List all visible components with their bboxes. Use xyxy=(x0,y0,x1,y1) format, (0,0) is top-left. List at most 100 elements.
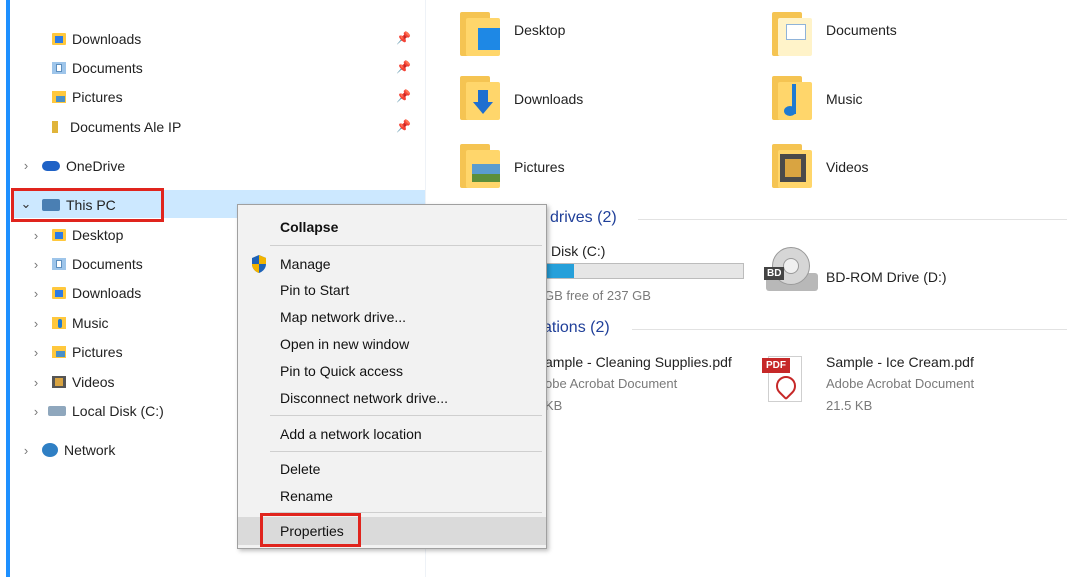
menu-item-label: Map network drive... xyxy=(280,309,407,325)
pin-icon[interactable]: 📌 xyxy=(396,119,411,133)
nav-item-label: Pictures xyxy=(72,89,123,105)
file-size: KB xyxy=(545,398,563,413)
file-type: obe Acrobat Document xyxy=(545,376,678,391)
pictures-folder-large-icon xyxy=(460,144,500,188)
local-disk-icon xyxy=(48,406,66,416)
pin-icon[interactable]: 📌 xyxy=(396,60,411,74)
nav-item-label: OneDrive xyxy=(66,158,126,174)
menu-item-map-network-drive[interactable]: Map network drive... xyxy=(238,304,546,330)
menu-item-manage[interactable]: Manage xyxy=(238,251,546,277)
nav-item-videos[interactable]: Videos xyxy=(52,369,115,395)
menu-item-pin-to-start[interactable]: Pin to Start xyxy=(238,277,546,303)
nav-item-local-disk[interactable]: Local Disk (C:) xyxy=(48,398,164,424)
menu-item-label: Pin to Start xyxy=(280,282,350,298)
menu-item-add-network-location[interactable]: Add a network location xyxy=(238,421,546,447)
chevron-right-icon[interactable]: › xyxy=(29,257,43,272)
pdf-badge: PDF xyxy=(762,358,790,373)
bd-rom-drive-icon: BD xyxy=(762,245,818,297)
chevron-right-icon[interactable]: › xyxy=(19,443,33,458)
folder-label: Documents xyxy=(826,22,897,38)
nav-item-music[interactable]: Music xyxy=(52,310,109,336)
file-size: 21.5 KB xyxy=(826,398,873,413)
videos-folder-large-icon xyxy=(772,144,812,188)
properties-highlight-box xyxy=(260,513,361,547)
music-folder-large-icon xyxy=(772,76,812,120)
videos-folder-icon xyxy=(52,376,66,388)
menu-item-label: Rename xyxy=(280,488,333,504)
this-pc-highlight-box xyxy=(11,188,164,222)
drive-free-space: GB free of 237 GB xyxy=(544,288,651,303)
menu-separator xyxy=(270,451,542,452)
nav-item-onedrive[interactable]: OneDrive xyxy=(42,153,125,179)
network-icon xyxy=(42,443,58,457)
desktop-folder-large-icon xyxy=(460,12,500,56)
nav-item-pictures[interactable]: Pictures xyxy=(52,339,123,365)
menu-item-delete[interactable]: Delete xyxy=(238,456,546,482)
nav-item-label: Videos xyxy=(72,374,115,390)
folder-label: Pictures xyxy=(514,159,565,175)
nav-item-label: Desktop xyxy=(72,227,124,243)
menu-item-open-new-window[interactable]: Open in new window xyxy=(238,331,546,357)
nav-item-documents-quick[interactable]: Documents xyxy=(52,55,143,81)
downloads-folder-large-icon xyxy=(460,76,500,120)
downloads-folder-icon xyxy=(52,287,66,299)
chevron-right-icon[interactable]: › xyxy=(29,375,43,390)
nav-item-network[interactable]: Network xyxy=(42,437,115,463)
menu-item-rename[interactable]: Rename xyxy=(238,483,546,509)
menu-item-pin-quick-access[interactable]: Pin to Quick access xyxy=(238,358,546,384)
menu-item-label: Manage xyxy=(280,256,331,272)
nav-item-label: Documents Ale IP xyxy=(70,119,182,135)
menu-item-collapse[interactable]: Collapse xyxy=(238,214,546,240)
chevron-right-icon[interactable]: › xyxy=(29,316,43,331)
folder-label: Music xyxy=(826,91,863,107)
chevron-right-icon[interactable]: › xyxy=(29,286,43,301)
pin-icon[interactable]: 📌 xyxy=(396,89,411,103)
nav-item-documents[interactable]: Documents xyxy=(52,251,143,277)
pictures-folder-icon xyxy=(52,91,66,103)
drive-name: BD-ROM Drive (D:) xyxy=(826,269,947,285)
pdf-file-icon: PDF xyxy=(762,352,804,404)
menu-item-disconnect-network-drive[interactable]: Disconnect network drive... xyxy=(238,385,546,411)
chevron-right-icon[interactable]: › xyxy=(29,345,43,360)
music-folder-icon xyxy=(52,317,66,329)
onedrive-cloud-icon xyxy=(42,161,60,171)
menu-item-label: Collapse xyxy=(280,219,339,235)
menu-item-label: Pin to Quick access xyxy=(280,363,403,379)
nav-item-pictures-quick[interactable]: Pictures xyxy=(52,84,123,110)
drive-name: Disk (C:) xyxy=(551,243,606,259)
folder-label: Videos xyxy=(826,159,869,175)
chevron-right-icon[interactable]: › xyxy=(29,228,43,243)
pin-icon[interactable]: 📌 xyxy=(396,31,411,45)
nav-item-label: Documents xyxy=(72,256,143,272)
menu-item-label: Open in new window xyxy=(280,336,410,352)
nav-item-downloads-quick[interactable]: Downloads xyxy=(52,26,141,52)
documents-folder-large-icon xyxy=(772,12,812,56)
documents-folder-icon xyxy=(52,62,66,74)
menu-item-label: Disconnect network drive... xyxy=(280,390,449,406)
shield-icon xyxy=(252,255,266,273)
nav-item-downloads[interactable]: Downloads xyxy=(52,280,141,306)
chevron-right-icon[interactable]: › xyxy=(29,404,43,419)
group-divider xyxy=(638,219,1067,220)
file-name: ample - Cleaning Supplies.pdf xyxy=(545,354,732,370)
group-title-locations[interactable]: ations (2) xyxy=(543,319,610,337)
nav-item-documents-ale-ip[interactable]: Documents Ale IP xyxy=(52,114,181,140)
menu-item-label: Add a network location xyxy=(280,426,422,442)
nav-item-desktop[interactable]: Desktop xyxy=(52,222,123,248)
nav-item-label: Local Disk (C:) xyxy=(72,403,164,419)
chevron-right-icon[interactable]: › xyxy=(19,158,33,173)
group-divider xyxy=(632,329,1067,330)
folder-label: Downloads xyxy=(514,91,584,107)
menu-separator xyxy=(270,415,542,416)
nav-item-label: Music xyxy=(72,315,109,331)
bd-badge: BD xyxy=(764,267,785,280)
file-type: Adobe Acrobat Document xyxy=(826,376,975,391)
menu-item-label: Delete xyxy=(280,461,321,477)
downloads-folder-icon xyxy=(52,33,66,45)
nav-item-label: Pictures xyxy=(72,344,123,360)
group-title-drives[interactable]: drives (2) xyxy=(550,209,617,227)
menu-separator xyxy=(270,245,542,246)
folder-label: Desktop xyxy=(514,22,566,38)
left-edge-strip xyxy=(0,0,10,577)
nav-item-label: Network xyxy=(64,442,116,458)
